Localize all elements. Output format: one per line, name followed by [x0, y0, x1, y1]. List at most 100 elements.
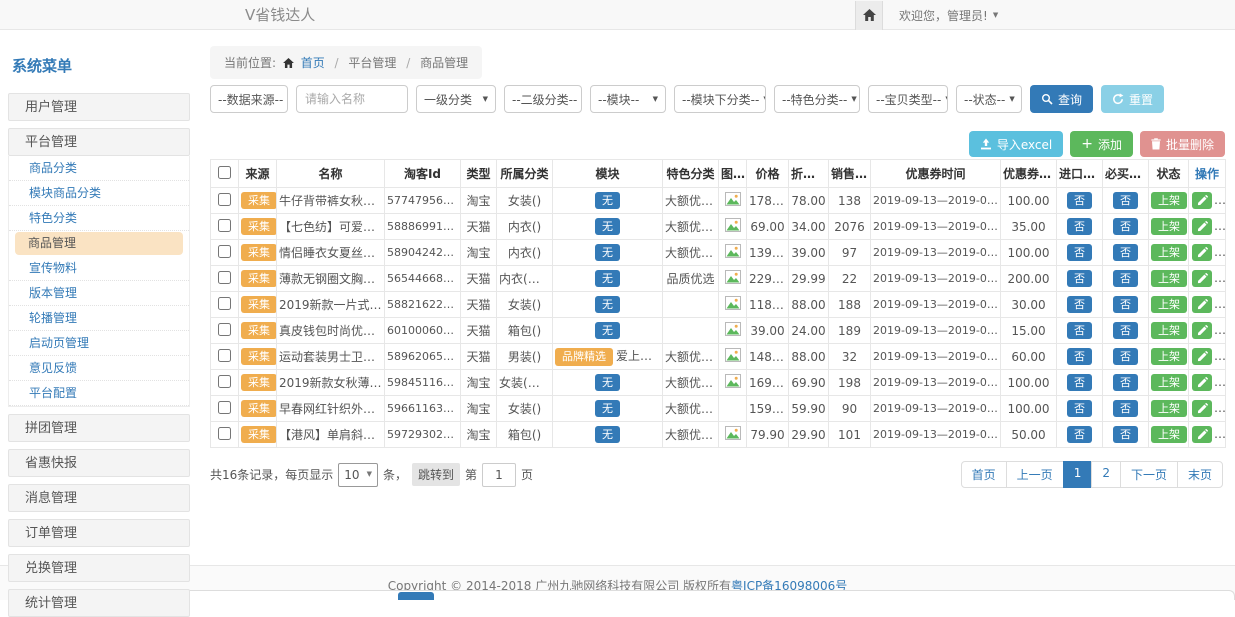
edit-button[interactable] [1192, 296, 1212, 313]
filter-select[interactable]: 一级分类▼ [416, 85, 496, 113]
pager-item[interactable]: 下一页 [1120, 461, 1178, 488]
must-buy-toggle-badge[interactable]: 否 [1113, 374, 1138, 391]
pager-item[interactable]: 首页 [961, 461, 1007, 488]
import-excel-button[interactable]: 导入excel [969, 131, 1063, 157]
sidebar-group-header[interactable]: 省惠快报 [8, 449, 190, 477]
filter-select[interactable]: --模块下分类--▼ [674, 85, 766, 113]
sidebar-subitem[interactable]: 模块商品分类 [9, 181, 189, 206]
import-toggle-badge[interactable]: 否 [1067, 296, 1092, 313]
status-badge[interactable]: 上架 [1151, 192, 1187, 209]
row-checkbox[interactable] [218, 427, 231, 440]
module-badge[interactable]: 无 [595, 426, 620, 443]
import-toggle-badge[interactable]: 否 [1067, 270, 1092, 287]
sidebar-group-header[interactable]: 平台管理 [8, 128, 190, 156]
sidebar-group-header[interactable]: 统计管理 [8, 589, 190, 617]
user-menu[interactable]: 欢迎您，管理员! ▼ [899, 7, 998, 24]
sidebar-subitem[interactable]: 宣传物料 [9, 256, 189, 281]
sidebar-group-header[interactable]: 订单管理 [8, 519, 190, 547]
row-checkbox[interactable] [218, 193, 231, 206]
must-buy-toggle-badge[interactable]: 否 [1113, 244, 1138, 261]
must-buy-toggle-badge[interactable]: 否 [1113, 426, 1138, 443]
row-checkbox[interactable] [218, 245, 231, 258]
filter-select[interactable]: --宝贝类型--▼ [868, 85, 948, 113]
filter-select[interactable]: --特色分类--▼ [774, 85, 860, 113]
page-number-input[interactable] [482, 463, 516, 487]
edit-button[interactable] [1192, 270, 1212, 287]
edit-button[interactable] [1192, 374, 1212, 391]
pager-item[interactable]: 上一页 [1006, 461, 1064, 488]
edit-button[interactable] [1192, 400, 1212, 417]
import-toggle-badge[interactable]: 否 [1067, 244, 1092, 261]
sidebar-group-header[interactable]: 用户管理 [8, 93, 190, 121]
add-button[interactable]: + 添加 [1070, 131, 1133, 157]
status-badge[interactable]: 上架 [1151, 296, 1187, 313]
import-toggle-badge[interactable]: 否 [1067, 322, 1092, 339]
edit-button[interactable] [1192, 218, 1212, 235]
edit-button[interactable] [1192, 426, 1212, 443]
home-button[interactable] [855, 1, 883, 30]
reset-button[interactable]: 重置 [1101, 85, 1164, 113]
sidebar-group-header[interactable]: 消息管理 [8, 484, 190, 512]
module-badge[interactable]: 无 [595, 322, 620, 339]
module-badge[interactable]: 无 [595, 192, 620, 209]
module-badge[interactable]: 无 [595, 244, 620, 261]
must-buy-toggle-badge[interactable]: 否 [1113, 322, 1138, 339]
filter-select[interactable]: --模块--▼ [590, 85, 666, 113]
module-badge[interactable]: 无 [595, 374, 620, 391]
module-badge[interactable]: 无 [595, 218, 620, 235]
row-checkbox[interactable] [218, 349, 231, 362]
per-page-select[interactable]: 10 ▼ [338, 463, 378, 487]
import-toggle-badge[interactable]: 否 [1067, 426, 1092, 443]
edit-button[interactable] [1192, 322, 1212, 339]
batch-delete-button[interactable]: 批量删除 [1140, 131, 1225, 157]
pager-item[interactable]: 末页 [1177, 461, 1223, 488]
status-badge[interactable]: 上架 [1151, 244, 1187, 261]
select-all-checkbox[interactable] [218, 166, 231, 179]
module-badge[interactable]: 无 [595, 400, 620, 417]
sidebar-subitem[interactable]: 特色分类 [9, 206, 189, 231]
status-badge[interactable]: 上架 [1151, 348, 1187, 365]
module-badge[interactable]: 无 [595, 270, 620, 287]
must-buy-toggle-badge[interactable]: 否 [1113, 348, 1138, 365]
edit-button[interactable] [1192, 244, 1212, 261]
status-badge[interactable]: 上架 [1151, 400, 1187, 417]
status-badge[interactable]: 上架 [1151, 374, 1187, 391]
sidebar-group-header[interactable]: 兑换管理 [8, 554, 190, 582]
import-toggle-badge[interactable]: 否 [1067, 192, 1092, 209]
pager-item[interactable]: 2 [1091, 461, 1121, 488]
breadcrumb-home-link[interactable]: 首页 [301, 56, 325, 70]
pager-item-active[interactable]: 1 [1063, 461, 1093, 488]
name-search-input[interactable] [296, 85, 408, 113]
must-buy-toggle-badge[interactable]: 否 [1113, 218, 1138, 235]
filter-select[interactable]: --二级分类--▼ [504, 85, 582, 113]
query-button[interactable]: 查询 [1030, 85, 1093, 113]
jump-button[interactable]: 跳转到 [412, 463, 460, 486]
import-toggle-badge[interactable]: 否 [1067, 218, 1092, 235]
row-checkbox[interactable] [218, 401, 231, 414]
row-checkbox[interactable] [218, 323, 231, 336]
import-toggle-badge[interactable]: 否 [1067, 374, 1092, 391]
row-checkbox[interactable] [218, 297, 231, 310]
status-badge[interactable]: 上架 [1151, 218, 1187, 235]
edit-button[interactable] [1192, 192, 1212, 209]
sidebar-subitem[interactable]: 启动页管理 [9, 331, 189, 356]
sidebar-subitem[interactable]: 平台配置 [9, 381, 189, 406]
must-buy-toggle-badge[interactable]: 否 [1113, 192, 1138, 209]
edit-button[interactable] [1192, 348, 1212, 365]
must-buy-toggle-badge[interactable]: 否 [1113, 270, 1138, 287]
row-checkbox[interactable] [218, 219, 231, 232]
sidebar-subitem[interactable]: 商品分类 [9, 156, 189, 181]
sidebar-subitem-active[interactable]: 商品管理 [15, 232, 183, 255]
sidebar-subitem[interactable]: 版本管理 [9, 281, 189, 306]
filter-select[interactable]: --数据来源--▼ [210, 85, 288, 113]
sidebar-subitem[interactable]: 轮播管理 [9, 306, 189, 331]
status-badge[interactable]: 上架 [1151, 322, 1187, 339]
status-badge[interactable]: 上架 [1151, 426, 1187, 443]
status-badge[interactable]: 上架 [1151, 270, 1187, 287]
must-buy-toggle-badge[interactable]: 否 [1113, 296, 1138, 313]
row-checkbox[interactable] [218, 375, 231, 388]
sidebar-subitem[interactable]: 意见反馈 [9, 356, 189, 381]
import-toggle-badge[interactable]: 否 [1067, 400, 1092, 417]
sidebar-group-header[interactable]: 拼团管理 [8, 414, 190, 442]
row-checkbox[interactable] [218, 271, 231, 284]
